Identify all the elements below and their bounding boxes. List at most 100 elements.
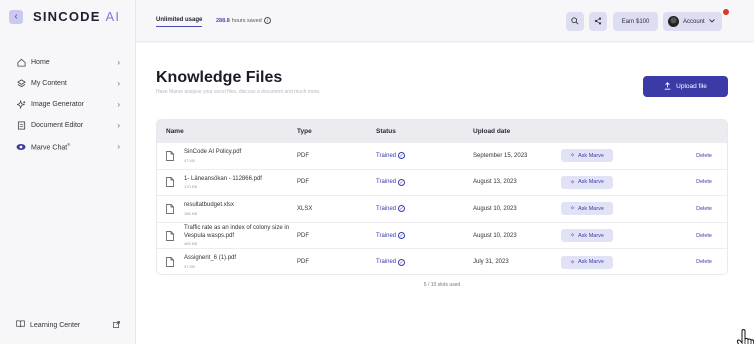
chevron-down-icon	[708, 18, 715, 25]
chevron-right-icon: ›	[117, 142, 120, 151]
learning-center-label: Learning Center	[30, 321, 81, 329]
collapse-sidebar-button[interactable]: ‹	[9, 10, 23, 24]
ask-cell: ✧ Ask Marve	[561, 255, 661, 269]
learning-center-link[interactable]: Learning Center	[16, 320, 120, 330]
earn-label: Earn $100	[621, 18, 650, 25]
sparkle-icon	[16, 100, 26, 110]
sparkle-icon: ✧	[569, 206, 576, 213]
file-type: PDF	[297, 259, 309, 266]
sparkle-icon: ✧	[569, 179, 576, 186]
external-link-icon	[113, 320, 120, 330]
upload-date: September 15, 2023	[473, 152, 528, 159]
ask-marve-label: Ask Marve	[578, 232, 604, 239]
upload-date: August 13, 2023	[473, 179, 517, 186]
delete-button[interactable]: Delete	[696, 179, 712, 185]
share-button[interactable]	[589, 12, 607, 31]
sidebar-item-my-content[interactable]: My Content ›	[0, 73, 136, 94]
check-circle-icon: ✓	[398, 232, 406, 240]
file-icon	[166, 230, 174, 241]
sidebar-item-image-generator[interactable]: Image Generator ›	[0, 94, 136, 115]
sidebar-item-home[interactable]: Home ›	[0, 52, 136, 73]
header-name: Name	[166, 127, 184, 135]
marve-eye-icon	[16, 142, 26, 152]
status-badge: Trained ✓	[376, 178, 473, 186]
chevron-right-icon: ›	[117, 121, 120, 130]
search-button[interactable]	[566, 12, 584, 31]
delete-button[interactable]: Delete	[696, 233, 712, 239]
page-subtitle: Have Marve analyse your excel files, dis…	[156, 89, 321, 95]
avatar	[668, 16, 679, 27]
status-text: Trained	[376, 179, 397, 186]
header-type: Type	[297, 127, 312, 135]
brand-ai: AI	[105, 9, 121, 24]
delete-button[interactable]: Delete	[696, 153, 712, 159]
file-name[interactable]: SinCode AI Policy.pdf	[184, 149, 241, 155]
delete-cell: Delete	[661, 259, 727, 265]
sidebar: ‹ SINCODE AI Home › My Content › Image G…	[0, 0, 136, 344]
status-cell: Trained ✓	[376, 178, 473, 186]
delete-cell: Delete	[661, 233, 727, 239]
delete-cell: Delete	[661, 206, 727, 212]
ask-marve-button[interactable]: ✧ Ask Marve	[561, 149, 613, 163]
file-info: resultatbudget.xlsx 186 KB	[184, 202, 234, 216]
upload-file-button[interactable]: Upload file	[643, 76, 728, 97]
sparkle-icon: ✧	[569, 153, 576, 160]
check-circle-icon: ✓	[398, 152, 406, 160]
file-name[interactable]: Traffic rate as an index of colony size …	[184, 225, 289, 239]
ask-marve-button[interactable]: ✧ Ask Marve	[561, 202, 613, 216]
file-type: XLSX	[297, 205, 313, 212]
header-upload-date: Upload date	[473, 127, 511, 135]
delete-button[interactable]: Delete	[696, 206, 712, 212]
brand-logo[interactable]: SINCODE AI	[33, 9, 120, 24]
file-size: 186 KB	[184, 210, 198, 216]
sparkle-icon: ✧	[569, 259, 576, 266]
chevron-left-icon: ‹	[14, 11, 18, 22]
delete-button[interactable]: Delete	[696, 259, 712, 265]
info-icon[interactable]: i	[263, 17, 271, 24]
file-size: 47 KB	[184, 157, 195, 163]
file-name-cell: resultatbudget.xlsx 186 KB	[157, 202, 297, 216]
usage-tab[interactable]: Unlimited usage	[156, 17, 203, 27]
account-menu[interactable]: Account	[663, 12, 722, 31]
earn-button[interactable]: Earn $100	[613, 12, 658, 31]
layers-icon	[16, 79, 26, 89]
status-cell: Trained ✓	[376, 205, 473, 213]
slots-used: 5 / 10 slots used	[423, 282, 461, 288]
delete-cell: Delete	[661, 179, 727, 185]
ask-marve-button[interactable]: ✧ Ask Marve	[561, 175, 613, 189]
status-cell: Trained ✓	[376, 258, 473, 266]
ask-cell: ✧ Ask Marve	[561, 175, 661, 189]
upload-date: July 31, 2023	[473, 259, 509, 266]
ask-marve-label: Ask Marve	[578, 205, 604, 212]
chevron-right-icon: ›	[117, 58, 120, 67]
file-info: 1- Läneansökan - 112866.pdf 170 KB	[184, 176, 262, 190]
ask-cell: ✧ Ask Marve	[561, 149, 661, 163]
file-name-cell: 1- Läneansökan - 112866.pdf 170 KB	[157, 176, 297, 190]
top-bar: Unlimited usage 288.8 hours saved i Earn…	[136, 0, 754, 42]
status-badge: Trained ✓	[376, 258, 473, 266]
book-icon	[16, 320, 25, 330]
file-name[interactable]: 1- Läneansökan - 112866.pdf	[184, 176, 262, 182]
file-name[interactable]: Assignent_6 (1).pdf	[184, 255, 236, 261]
table-row: 1- Läneansökan - 112866.pdf 170 KB PDF Trai…	[157, 168, 727, 196]
sidebar-nav: Home › My Content › Image Generator › Do…	[0, 52, 136, 157]
upload-date: August 10, 2023	[473, 205, 517, 212]
status-cell: Trained ✓	[376, 152, 473, 160]
sidebar-item-label: Home	[31, 59, 50, 66]
home-icon	[16, 58, 26, 68]
file-info: SinCode AI Policy.pdf 47 KB	[184, 149, 241, 163]
file-name-cell: Traffic rate as an index of colony size …	[157, 225, 297, 246]
file-name[interactable]: resultatbudget.xlsx	[184, 202, 234, 208]
sidebar-item-marve-chat[interactable]: Marve Chat® ›	[0, 136, 136, 157]
account-label: Account	[683, 18, 705, 25]
status-text: Trained	[376, 232, 397, 239]
sidebar-item-document-editor[interactable]: Document Editor ›	[0, 115, 136, 136]
hours-saved-label: hours saved	[231, 17, 262, 24]
file-icon	[166, 150, 174, 161]
ask-marve-button[interactable]: ✧ Ask Marve	[561, 255, 613, 269]
file-info: Assignent_6 (1).pdf 37 KB	[184, 255, 236, 269]
page-title: Knowledge Files	[156, 69, 283, 86]
ask-marve-button[interactable]: ✧ Ask Marve	[561, 229, 613, 243]
status-text: Trained	[376, 259, 397, 266]
status-text: Trained	[376, 152, 397, 159]
